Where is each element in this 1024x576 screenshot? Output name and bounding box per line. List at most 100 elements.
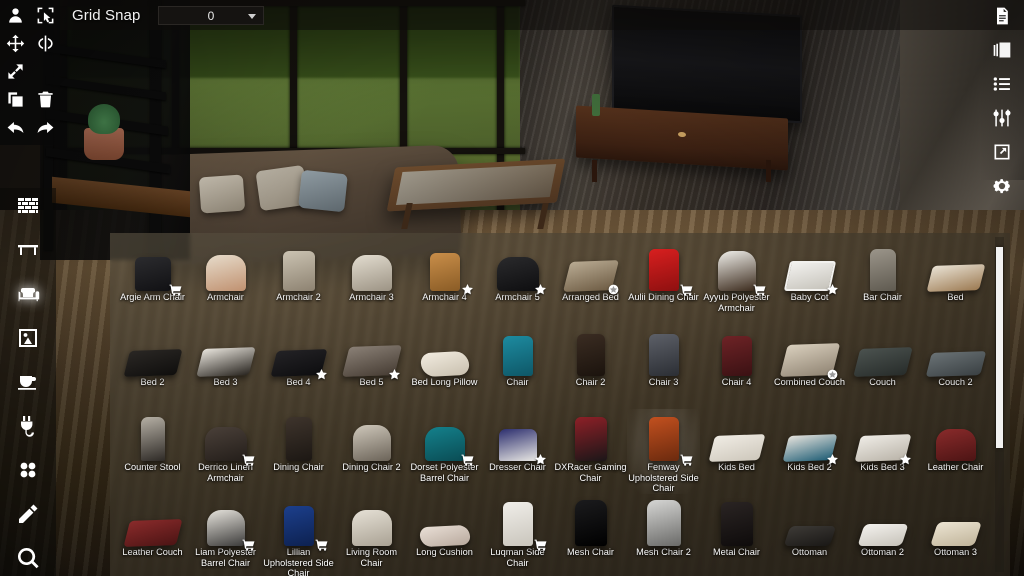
right-toolbar bbox=[980, 0, 1024, 193]
asset-card[interactable]: Chair 4 bbox=[700, 324, 773, 409]
open-export-button[interactable] bbox=[987, 142, 1017, 166]
asset-card[interactable]: Chair 2 bbox=[554, 324, 627, 409]
catalog-button[interactable] bbox=[987, 40, 1017, 64]
asset-card[interactable]: Combined Couch bbox=[773, 324, 846, 409]
asset-card[interactable]: Armchair bbox=[189, 239, 262, 324]
asset-card[interactable]: Armchair 5 bbox=[481, 239, 554, 324]
category-tools-button[interactable] bbox=[8, 500, 48, 532]
asset-label: Combined Couch bbox=[774, 377, 845, 387]
asset-card[interactable]: Liam Polyester Barrel Chair bbox=[189, 494, 262, 576]
asset-card[interactable]: Armchair 2 bbox=[262, 239, 335, 324]
asset-card[interactable]: Couch bbox=[846, 324, 919, 409]
asset-card[interactable]: Ottoman 2 bbox=[846, 494, 919, 576]
rotate-tool-button[interactable] bbox=[30, 32, 60, 60]
asset-card[interactable]: Couch 2 bbox=[919, 324, 992, 409]
duplicate-tool-button[interactable] bbox=[0, 88, 30, 116]
asset-label: DXRacer Gaming Chair bbox=[554, 462, 627, 483]
asset-thumbnail bbox=[267, 326, 331, 377]
select-tool-button[interactable] bbox=[30, 4, 60, 32]
scale-tool-button[interactable] bbox=[0, 60, 30, 88]
asset-card[interactable]: Argie Arm Chair bbox=[116, 239, 189, 324]
asset-card[interactable]: Mesh Chair bbox=[554, 494, 627, 576]
picture-frame-icon bbox=[16, 326, 40, 355]
asset-card[interactable]: Arranged Bed bbox=[554, 239, 627, 324]
category-electrical-button[interactable] bbox=[8, 412, 48, 444]
asset-card[interactable]: Derrico Linen Armchair bbox=[189, 409, 262, 494]
asset-card[interactable]: Mesh Chair 2 bbox=[627, 494, 700, 576]
asset-card[interactable]: Ottoman bbox=[773, 494, 846, 576]
asset-thumbnail bbox=[559, 496, 623, 546]
asset-card[interactable]: Ayyub Polyester Armchair bbox=[700, 239, 773, 324]
asset-card[interactable]: Long Cushion bbox=[408, 494, 481, 576]
list-button[interactable] bbox=[987, 74, 1017, 98]
asset-card[interactable]: Armchair 3 bbox=[335, 239, 408, 324]
asset-scrollbar-thumb[interactable] bbox=[996, 247, 1003, 449]
asset-card[interactable]: Kids Bed bbox=[700, 409, 773, 494]
cushion-object[interactable] bbox=[198, 174, 246, 214]
asset-thumbnail bbox=[267, 411, 331, 461]
category-walls-button[interactable] bbox=[8, 192, 48, 224]
asset-card[interactable]: Lillian Upholstered Side Chair bbox=[262, 494, 335, 576]
layers-cards-icon bbox=[992, 40, 1012, 65]
undo-tool-button[interactable] bbox=[0, 116, 30, 144]
category-search-button[interactable] bbox=[8, 544, 48, 576]
asset-card[interactable]: Metal Chair bbox=[700, 494, 773, 576]
asset-thumbnail bbox=[778, 241, 842, 291]
cushion-object[interactable] bbox=[298, 169, 348, 213]
asset-card[interactable]: Chair bbox=[481, 324, 554, 409]
category-decor-button[interactable] bbox=[8, 324, 48, 356]
asset-card[interactable]: Leather Couch bbox=[116, 494, 189, 576]
sliders-button[interactable] bbox=[987, 108, 1017, 132]
asset-card[interactable]: Leather Chair bbox=[919, 409, 992, 494]
asset-card[interactable]: Dining Chair 2 bbox=[335, 409, 408, 494]
settings-button[interactable] bbox=[987, 176, 1017, 200]
redo-tool-button[interactable] bbox=[30, 116, 60, 144]
asset-label: Couch 2 bbox=[938, 377, 973, 387]
asset-card[interactable]: Aulii Dining Chair bbox=[627, 239, 700, 324]
asset-card[interactable]: Ottoman 3 bbox=[919, 494, 992, 576]
asset-card[interactable]: Luqman Side Chair bbox=[481, 494, 554, 576]
asset-card[interactable]: Bed Long Pillow bbox=[408, 324, 481, 409]
asset-card[interactable]: Bed 5 bbox=[335, 324, 408, 409]
asset-label: Leather Chair bbox=[927, 462, 984, 472]
asset-card[interactable]: Dresser Chair bbox=[481, 409, 554, 494]
coffee-table-object[interactable] bbox=[386, 158, 566, 212]
asset-card[interactable]: Counter Stool bbox=[116, 409, 189, 494]
asset-card[interactable]: Kids Bed 2 bbox=[773, 409, 846, 494]
asset-thumbnail bbox=[705, 241, 769, 291]
asset-card[interactable]: DXRacer Gaming Chair bbox=[554, 409, 627, 494]
asset-card[interactable]: Bed 3 bbox=[189, 324, 262, 409]
category-tables-button[interactable] bbox=[8, 236, 48, 268]
top-toolbar: Grid Snap 0 bbox=[0, 0, 1024, 30]
asset-card[interactable]: Chair 3 bbox=[627, 324, 700, 409]
document-button[interactable] bbox=[987, 6, 1017, 30]
asset-card[interactable]: Bed bbox=[919, 239, 992, 324]
delete-tool-button[interactable] bbox=[30, 88, 60, 116]
category-kitchen-button[interactable] bbox=[8, 368, 48, 400]
asset-scrollbar-track[interactable] bbox=[995, 237, 1004, 572]
grid-snap-dropdown[interactable]: 0 bbox=[158, 6, 264, 25]
move-tool-button[interactable] bbox=[0, 32, 30, 60]
asset-browser-panel[interactable]: Argie Arm Chair Armchair Armchair 2 Armchai… bbox=[110, 233, 1010, 576]
asset-thumbnail bbox=[413, 496, 477, 548]
asset-card[interactable]: Dining Chair bbox=[262, 409, 335, 494]
asset-card[interactable]: Living Room Chair bbox=[335, 494, 408, 576]
armchair-icon bbox=[16, 282, 40, 311]
category-misc-button[interactable] bbox=[8, 456, 48, 488]
asset-card[interactable]: Armchair 4 bbox=[408, 239, 481, 324]
asset-label: Chair 2 bbox=[575, 377, 606, 387]
category-furniture-button[interactable] bbox=[8, 280, 48, 312]
vase-object[interactable] bbox=[592, 94, 600, 116]
asset-card[interactable]: Bed 4 bbox=[262, 324, 335, 409]
table-glass bbox=[395, 164, 557, 205]
asset-label: Luqman Side Chair bbox=[490, 547, 545, 568]
document-icon bbox=[992, 6, 1012, 31]
asset-card[interactable]: Baby Cot bbox=[773, 239, 846, 324]
asset-card[interactable]: Dorset Polyester Barrel Chair bbox=[408, 409, 481, 494]
asset-card[interactable]: Bed 2 bbox=[116, 324, 189, 409]
asset-card[interactable]: Bar Chair bbox=[846, 239, 919, 324]
asset-card[interactable]: Kids Bed 3 bbox=[846, 409, 919, 494]
asset-thumbnail bbox=[486, 241, 550, 291]
asset-card[interactable]: Fenway Upholstered Side Chair bbox=[627, 409, 700, 494]
person-tool-button[interactable] bbox=[0, 4, 30, 32]
